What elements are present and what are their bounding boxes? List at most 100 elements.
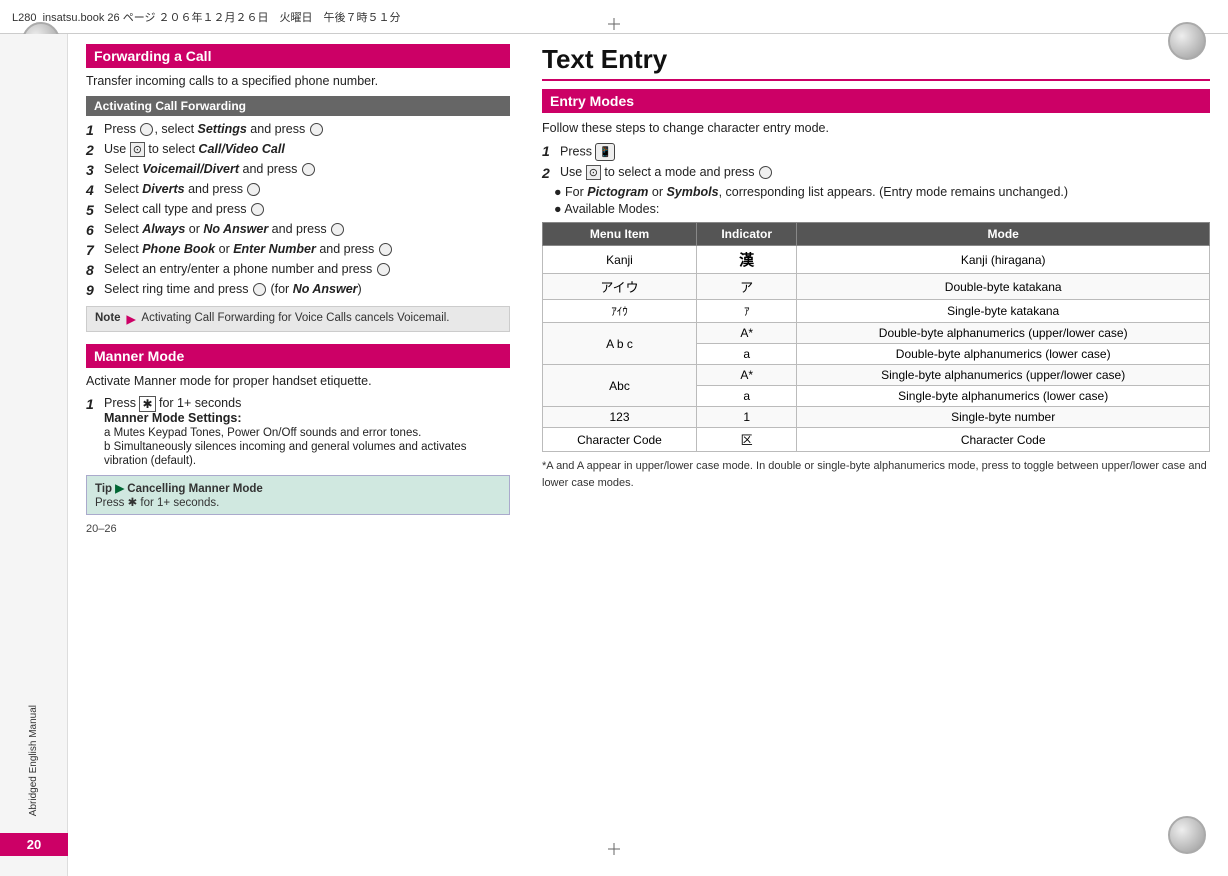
manner-header: Manner Mode xyxy=(86,344,510,368)
step-5: 5 Select call type and press xyxy=(86,202,510,218)
main-content: Abridged English Manual 20 Forwarding a … xyxy=(0,34,1228,876)
nav-icon-r2: ⊙ xyxy=(586,165,601,180)
right-column: Text Entry Entry Modes Follow these step… xyxy=(534,44,1218,866)
bullet-available: ● Available Modes: xyxy=(554,202,1210,216)
menu-charcode: Character Code xyxy=(543,428,697,452)
footnote: *A and A appear in upper/lower case mode… xyxy=(542,458,1210,491)
table-header-menu: Menu Item xyxy=(543,223,697,246)
entry-modes-header: Entry Modes xyxy=(542,89,1210,113)
table-row: アイウ ア Double-byte katakana xyxy=(543,274,1210,300)
btn-circle-5 xyxy=(251,203,264,216)
btn-circle-6 xyxy=(331,223,344,236)
step-4-content: Select Diverts and press xyxy=(104,182,510,196)
menu-123: 123 xyxy=(543,407,697,428)
mode-kanji: Kanji (hiragana) xyxy=(797,246,1210,274)
menu-abc-single: Abc xyxy=(543,365,697,407)
step-3-num: 3 xyxy=(86,162,104,178)
table-row: Kanji 漢 Kanji (hiragana) xyxy=(543,246,1210,274)
entry-intro: Follow these steps to change character e… xyxy=(542,121,1210,135)
left-column: Forwarding a Call Transfer incoming call… xyxy=(78,44,518,866)
right-step-2-num: 2 xyxy=(542,165,560,181)
btn-circle-4 xyxy=(247,183,260,196)
table-row: Abc A* Single-byte alphanumerics (upper/… xyxy=(543,365,1210,386)
step-1-num: 1 xyxy=(86,122,104,138)
right-step-2: 2 Use ⊙ to select a mode and press xyxy=(542,165,1210,181)
note-label: Note xyxy=(95,312,121,326)
step-5-content: Select call type and press xyxy=(104,202,510,216)
page-number: 20 xyxy=(0,833,68,856)
step-9-content: Select ring time and press (for No Answe… xyxy=(104,282,510,296)
page: L280_insatsu.book 26 ページ ２０６年１２月２６日 火曜日 … xyxy=(0,0,1228,876)
mode-katakana-single: Single-byte katakana xyxy=(797,300,1210,323)
table-row: Character Code 区 Character Code xyxy=(543,428,1210,452)
sidebar-label: Abridged English Manual xyxy=(28,705,39,816)
step-5-num: 5 xyxy=(86,202,104,218)
body-content: Forwarding a Call Transfer incoming call… xyxy=(68,34,1228,876)
step-3-content: Select Voicemail/Divert and press xyxy=(104,162,510,176)
mode-katakana-double: Double-byte katakana xyxy=(797,274,1210,300)
bullet-pictogram: ● For Pictogram or Symbols, correspondin… xyxy=(554,185,1210,199)
step-2: 2 Use ⊙ to select Call/Video Call xyxy=(86,142,510,158)
manner-item-a: a Mutes Keypad Tones, Power On/Off sound… xyxy=(104,427,421,439)
manner-btn: ✱ xyxy=(139,396,155,412)
step-9-num: 9 xyxy=(86,282,104,298)
tip-text: Press ✱ for 1+ seconds. xyxy=(95,497,219,509)
top-bar-text: L280_insatsu.book 26 ページ ２０６年１２月２６日 火曜日 … xyxy=(12,9,401,25)
step-9: 9 Select ring time and press (for No Ans… xyxy=(86,282,510,298)
step-4: 4 Select Diverts and press xyxy=(86,182,510,198)
step-6: 6 Select Always or No Answer and press xyxy=(86,222,510,238)
sidebar: Abridged English Manual 20 xyxy=(0,34,68,876)
mode-123: Single-byte number xyxy=(797,407,1210,428)
step-4-num: 4 xyxy=(86,182,104,198)
mode-abc-double-lower: Double-byte alphanumerics (lower case) xyxy=(797,344,1210,365)
step-3: 3 Select Voicemail/Divert and press xyxy=(86,162,510,178)
btn-circle-1 xyxy=(140,123,153,136)
step-1: 1 Press , select Settings and press xyxy=(86,122,510,138)
table-row: 123 1 Single-byte number xyxy=(543,407,1210,428)
note-text: Activating Call Forwarding for Voice Cal… xyxy=(141,312,449,326)
right-step-1-content: Press 📱 xyxy=(560,143,1210,161)
btn-circle-3 xyxy=(302,163,315,176)
indicator-katakana-single: ｱ xyxy=(697,300,797,323)
top-bar: L280_insatsu.book 26 ページ ２０６年１２月２６日 火曜日 … xyxy=(0,0,1228,34)
mode-abc-single-lower: Single-byte alphanumerics (lower case) xyxy=(797,386,1210,407)
nav-icon-2: ⊙ xyxy=(130,142,145,157)
activating-header: Activating Call Forwarding xyxy=(86,96,510,116)
table-row: A b c A* Double-byte alphanumerics (uppe… xyxy=(543,323,1210,344)
forwarding-intro: Transfer incoming calls to a specified p… xyxy=(86,74,510,88)
manner-intro: Activate Manner mode for proper handset … xyxy=(86,374,510,388)
right-step-1-num: 1 xyxy=(542,143,560,159)
tip-label: Tip xyxy=(95,483,112,495)
manner-section: Manner Mode Activate Manner mode for pro… xyxy=(86,344,510,515)
indicator-kanji: 漢 xyxy=(697,246,797,274)
step-6-num: 6 xyxy=(86,222,104,238)
indicator-abc-double-lower: a xyxy=(697,344,797,365)
manner-item-b: b Simultaneously silences incoming and g… xyxy=(104,441,466,467)
manner-step-1: 1 Press ✱ for 1+ seconds Manner Mode Set… xyxy=(86,396,510,467)
menu-kanji: Kanji xyxy=(543,246,697,274)
btn-circle-8 xyxy=(377,263,390,276)
mode-abc-double-upper: Double-byte alphanumerics (upper/lower c… xyxy=(797,323,1210,344)
right-step-1: 1 Press 📱 xyxy=(542,143,1210,161)
press-btn-icon: 📱 xyxy=(595,143,615,161)
manner-step-1-content: Press ✱ for 1+ seconds Manner Mode Setti… xyxy=(104,396,510,467)
btn-circle-7 xyxy=(379,243,392,256)
manner-settings-title: Manner Mode Settings: xyxy=(104,411,242,425)
right-step-2-content: Use ⊙ to select a mode and press xyxy=(560,165,1210,180)
btn-circle-1b xyxy=(310,123,323,136)
indicator-abc-single-lower: a xyxy=(697,386,797,407)
entry-modes-table: Menu Item Indicator Mode Kanji 漢 Kanji (… xyxy=(542,222,1210,452)
text-entry-title: Text Entry xyxy=(542,44,1210,81)
table-row: ｱｲｳ ｱ Single-byte katakana xyxy=(543,300,1210,323)
step-1-content: Press , select Settings and press xyxy=(104,122,510,136)
btn-circle-9 xyxy=(253,283,266,296)
btn-circle-r2 xyxy=(759,166,772,179)
tip-box: Tip ▶ Cancelling Manner Mode Press ✱ for… xyxy=(86,475,510,515)
menu-abc-double: A b c xyxy=(543,323,697,365)
mode-charcode: Character Code xyxy=(797,428,1210,452)
bottom-page-ref: 20–26 xyxy=(86,523,510,535)
step-7-num: 7 xyxy=(86,242,104,258)
manner-step-1-num: 1 xyxy=(86,396,104,412)
indicator-charcode: 区 xyxy=(697,428,797,452)
tip-arrow: ▶ xyxy=(115,483,127,495)
